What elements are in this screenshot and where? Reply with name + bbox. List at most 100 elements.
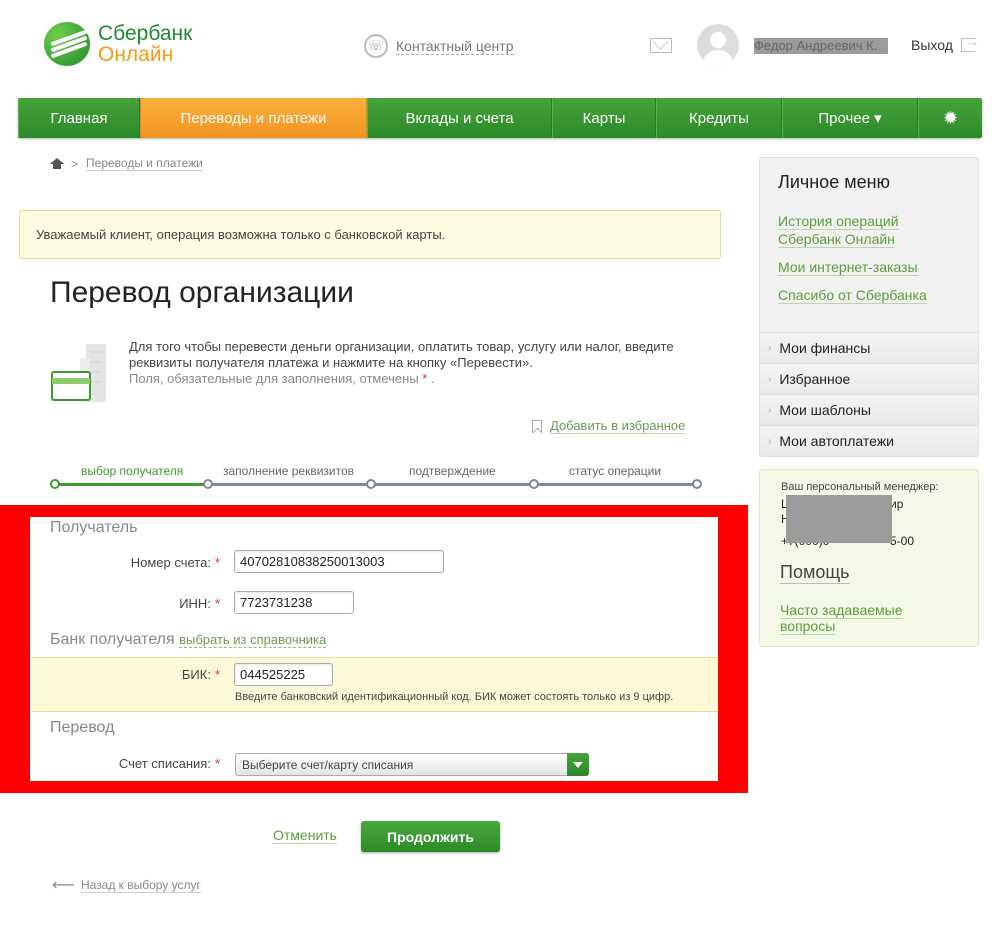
bank-section-label: Банк получателя (50, 631, 175, 648)
nav-item-credits[interactable]: Кредиты (656, 98, 782, 138)
debit-account-label: Счет списания: * (30, 756, 220, 771)
step-label-status: статус операции (569, 464, 662, 478)
intro-description: Для того чтобы перевести деньги организа… (129, 339, 674, 370)
required-asterisk: * (422, 371, 428, 386)
back-to-services[interactable]: ⟵ Назад к выбору услуг (52, 875, 201, 895)
required-note-dot: . (430, 371, 435, 386)
account-number-input[interactable] (234, 550, 444, 573)
faq-link-line1: Часто задаваемые (780, 602, 903, 619)
bik-input[interactable] (234, 663, 333, 686)
step-label-fill-details: заполнение реквизитов (223, 464, 355, 478)
bank-section-title: Банк получателя выбрать из справочника (50, 631, 327, 649)
personal-manager-panel: Ваш персональный менеджер: Ц Н ир +7(000… (759, 469, 979, 647)
chevron-right-icon: › (768, 404, 772, 416)
inn-label: ИНН: * (30, 596, 220, 611)
menu-link-spasibo[interactable]: Спасибо от Сбербанка (778, 286, 927, 304)
nav-item-home[interactable]: Главная (18, 98, 140, 138)
main-nav: Главная Переводы и платежи Вклады и счет… (18, 98, 982, 138)
menu-link-internet-orders[interactable]: Мои интернет-заказы (778, 258, 918, 276)
menu-item-templates[interactable]: › Мои шаблоны (760, 394, 978, 425)
breadcrumb-current[interactable]: Переводы и платежи (86, 156, 203, 171)
mail-icon[interactable] (650, 38, 672, 53)
step-dot-5 (692, 479, 702, 489)
step-line-pending (208, 483, 696, 486)
back-to-services-link[interactable]: Назад к выбору услуг (80, 878, 201, 893)
manager-name-fragment-3: ир (890, 497, 904, 511)
logo-text: Сбербанк Онлайн (98, 23, 192, 65)
menu-item-autopayments[interactable]: › Мои автоплатежи (760, 425, 978, 456)
user-name[interactable]: Федор Андреевич К. (754, 38, 888, 54)
transfer-form: Получатель Номер счета:* ИНН:* Банк полу… (30, 517, 718, 781)
account-required-mark: * (214, 555, 220, 570)
menu-item-my-finances[interactable]: › Мои финансы (760, 332, 978, 363)
bik-highlight-row (32, 657, 718, 712)
inn-input[interactable] (234, 591, 354, 614)
faq-link[interactable]: Часто задаваемые вопросы (780, 602, 903, 635)
bookmark-icon (532, 419, 542, 433)
transfer-section-title: Перевод (50, 719, 115, 736)
menu-link-history-line1: История операций (778, 213, 899, 230)
faq-link-line2: вопросы (780, 618, 836, 635)
step-dot-2 (203, 479, 213, 489)
recipient-section-title: Получатель (50, 519, 138, 536)
chevron-right-icon: › (768, 342, 772, 354)
gear-icon: ✹ (942, 107, 959, 128)
bank-directory-link[interactable]: выбрать из справочника (179, 632, 327, 648)
avatar[interactable] (697, 24, 739, 66)
step-line-done (55, 483, 208, 486)
sberbank-logo-icon (44, 22, 90, 66)
nav-item-deposits[interactable]: Вклады и счета (367, 98, 552, 138)
menu-item-favorites-label: Избранное (779, 371, 851, 387)
bik-label-text: БИК: (181, 667, 211, 682)
menu-link-spasibo-label: Спасибо от Сбербанка (778, 287, 927, 304)
home-icon[interactable] (50, 158, 64, 169)
redacted-manager-info (786, 495, 892, 543)
arrow-left-icon: ⟵ (52, 877, 75, 894)
settings-button[interactable]: ✹ (918, 98, 982, 138)
manager-phone-fragment-2: 5-00 (890, 534, 915, 548)
menu-item-autopayments-label: Мои автоплатежи (779, 433, 894, 449)
menu-link-history[interactable]: История операций Сбербанк Онлайн (778, 212, 899, 248)
nav-item-other[interactable]: Прочее ▾ (782, 98, 918, 138)
menu-item-favorites[interactable]: › Избранное (760, 363, 978, 394)
logout-icon (960, 34, 979, 52)
personal-menu-title: Личное меню (778, 172, 891, 192)
menu-link-history-line2: Сбербанк Онлайн (778, 231, 895, 248)
intro-text: Для того чтобы перевести деньги организа… (129, 339, 689, 387)
debit-account-label-text: Счет списания: (118, 756, 211, 771)
add-to-favorites-link[interactable]: Добавить в избранное (550, 418, 686, 434)
logout-button[interactable]: Выход (911, 34, 979, 53)
bik-label: БИК: * (30, 667, 220, 682)
step-label-select-recipient: выбор получателя (81, 464, 184, 478)
page-title: Перевод организации (50, 276, 354, 309)
add-to-favorites[interactable]: Добавить в избранное (532, 418, 686, 434)
nav-item-transfers[interactable]: Переводы и платежи (140, 98, 367, 138)
menu-link-internet-orders-label: Мои интернет-заказы (778, 259, 918, 276)
step-dot-1 (50, 479, 60, 489)
chevron-right-icon: › (768, 373, 772, 385)
required-note-text: Поля, обязательные для заполнения, отмеч… (129, 371, 419, 386)
chevron-down-icon[interactable] (567, 753, 589, 776)
sberbank-logo[interactable]: Сбербанк Онлайн (44, 22, 192, 66)
organization-icon (51, 344, 106, 402)
cancel-button[interactable]: Отменить (273, 827, 337, 844)
bik-required-mark: * (214, 667, 220, 682)
account-label-text: Номер счета: (130, 555, 211, 570)
menu-item-my-finances-label: Мои финансы (779, 340, 871, 356)
logo-line-2: Онлайн (98, 43, 174, 66)
required-note: Поля, обязательные для заполнения, отмеч… (129, 371, 689, 387)
contact-center-link[interactable]: Контактный центр (396, 38, 514, 55)
nav-item-cards[interactable]: Карты (552, 98, 656, 138)
debit-account-select[interactable]: Выберите счет/карту списания (235, 753, 589, 776)
step-dot-4 (529, 479, 539, 489)
chevron-right-icon: › (768, 435, 772, 447)
bik-hint: Введите банковский идентификационный код… (235, 691, 674, 703)
personal-menu: Личное меню История операций Сбербанк Он… (759, 157, 979, 457)
contact-center[interactable]: ☏ Контактный центр (364, 34, 514, 58)
card-only-notice: Уважаемый клиент, операция возможна толь… (19, 210, 721, 259)
continue-button[interactable]: Продолжить (361, 821, 500, 852)
help-link[interactable]: Помощь (780, 562, 850, 584)
inn-required-mark: * (214, 596, 220, 611)
inn-label-text: ИНН: (179, 596, 211, 611)
step-label-confirmation: подтверждение (409, 464, 496, 478)
